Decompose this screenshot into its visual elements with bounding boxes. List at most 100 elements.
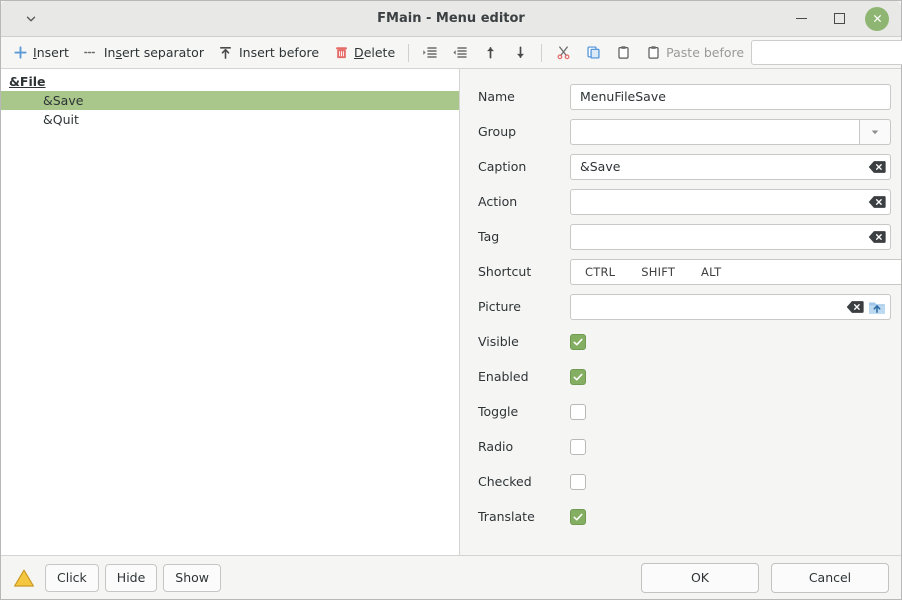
- checked-label: Checked: [470, 474, 570, 489]
- shortcut-alt-toggle[interactable]: ALT: [695, 265, 727, 279]
- checkbox-row-toggle: Toggle: [470, 394, 891, 429]
- field-row-action: Action: [470, 184, 891, 219]
- search-input[interactable]: [760, 45, 902, 60]
- tree-node-save[interactable]: &Save: [1, 91, 459, 110]
- check-icon: [572, 511, 584, 523]
- toggle-checkbox[interactable]: [570, 404, 586, 420]
- hide-button[interactable]: Hide: [105, 564, 158, 592]
- caption-label: Caption: [470, 159, 570, 174]
- insert-label: Insert: [33, 45, 69, 60]
- arrow-up-bar-icon: [218, 45, 234, 61]
- shortcut-input[interactable]: [741, 264, 897, 279]
- checked-checkbox[interactable]: [570, 474, 586, 490]
- shortcut-field[interactable]: CTRL SHIFT ALT: [570, 259, 901, 285]
- click-button[interactable]: Click: [45, 564, 99, 592]
- copy-button[interactable]: [578, 40, 608, 66]
- title-bar: FMain - Menu editor: [1, 1, 901, 37]
- search-box[interactable]: [751, 40, 902, 65]
- insert-before-label: Insert before: [239, 45, 319, 60]
- status-bar: Click Hide Show OK Cancel: [1, 555, 901, 599]
- name-label: Name: [470, 89, 570, 104]
- paste-before-label: Paste before: [666, 45, 744, 60]
- toolbar: Insert Insert separator Insert before: [1, 37, 901, 69]
- cancel-button[interactable]: Cancel: [771, 563, 889, 593]
- name-field[interactable]: [570, 84, 891, 110]
- move-down-button[interactable]: [505, 40, 535, 66]
- show-button[interactable]: Show: [163, 564, 221, 592]
- window-menu-button[interactable]: [1, 12, 61, 26]
- tree-node-file[interactable]: &File: [1, 72, 459, 91]
- check-icon: [572, 336, 584, 348]
- delete-button[interactable]: Delete: [326, 40, 402, 66]
- dialog-buttons: OK Cancel: [641, 563, 889, 593]
- checkbox-row-radio: Radio: [470, 429, 891, 464]
- dotted-line-icon: [83, 45, 99, 61]
- close-button[interactable]: [865, 7, 889, 31]
- window-title: FMain - Menu editor: [1, 11, 901, 26]
- action-field[interactable]: [570, 189, 891, 215]
- indent-right-icon: [422, 45, 438, 61]
- group-field[interactable]: [570, 119, 859, 145]
- enabled-checkbox[interactable]: [570, 369, 586, 385]
- minimize-button[interactable]: [789, 7, 813, 31]
- tag-field[interactable]: [570, 224, 891, 250]
- insert-button[interactable]: Insert: [5, 40, 76, 66]
- radio-label: Radio: [470, 439, 570, 454]
- shortcut-ctrl-toggle[interactable]: CTRL: [579, 265, 621, 279]
- insert-separator-label: Insert separator: [104, 45, 204, 60]
- cut-button[interactable]: [548, 40, 578, 66]
- clear-icon[interactable]: [868, 230, 886, 244]
- shortcut-shift-toggle[interactable]: SHIFT: [635, 265, 681, 279]
- translate-checkbox[interactable]: [570, 509, 586, 525]
- paste-button[interactable]: [608, 40, 638, 66]
- picture-input[interactable]: [580, 299, 842, 314]
- trash-icon: [333, 45, 349, 61]
- minimize-icon: [796, 18, 807, 20]
- indent-button[interactable]: [415, 40, 445, 66]
- clear-icon[interactable]: [868, 195, 886, 209]
- insert-before-button[interactable]: Insert before: [211, 40, 326, 66]
- folder-open-icon[interactable]: [868, 298, 886, 316]
- move-up-button[interactable]: [475, 40, 505, 66]
- menu-tree[interactable]: &File &Save &Quit: [1, 69, 460, 555]
- clear-icon[interactable]: [846, 300, 864, 314]
- clipboard-icon: [615, 45, 631, 61]
- radio-checkbox[interactable]: [570, 439, 586, 455]
- arrow-down-icon: [512, 45, 528, 61]
- plus-icon: [12, 45, 28, 61]
- main-body: &File &Save &Quit Name Group: [1, 69, 901, 555]
- paste-before-button[interactable]: Paste before: [638, 40, 751, 66]
- maximize-icon: [834, 13, 845, 24]
- picture-field[interactable]: [570, 294, 891, 320]
- properties-panel: Name Group: [460, 69, 901, 555]
- field-row-caption: Caption: [470, 149, 891, 184]
- tag-label: Tag: [470, 229, 570, 244]
- tree-node-quit[interactable]: &Quit: [1, 110, 459, 129]
- window-controls: [789, 7, 901, 31]
- checkbox-row-checked: Checked: [470, 464, 891, 499]
- name-input[interactable]: [580, 89, 886, 104]
- copy-icon: [585, 45, 601, 61]
- insert-separator-button[interactable]: Insert separator: [76, 40, 211, 66]
- group-dropdown-button[interactable]: [859, 119, 891, 145]
- group-combobox[interactable]: [570, 119, 891, 145]
- action-input[interactable]: [580, 194, 864, 209]
- visible-checkbox[interactable]: [570, 334, 586, 350]
- tag-input[interactable]: [580, 229, 864, 244]
- clear-icon[interactable]: [868, 160, 886, 174]
- chevron-down-icon: [24, 12, 38, 26]
- checkbox-row-translate: Translate: [470, 499, 891, 534]
- checkbox-row-visible: Visible: [470, 324, 891, 359]
- check-icon: [572, 371, 584, 383]
- ok-button[interactable]: OK: [641, 563, 759, 593]
- field-row-picture: Picture: [470, 289, 891, 324]
- caption-input[interactable]: [580, 159, 864, 174]
- caption-field[interactable]: [570, 154, 891, 180]
- unindent-button[interactable]: [445, 40, 475, 66]
- maximize-button[interactable]: [827, 7, 851, 31]
- picture-label: Picture: [470, 299, 570, 314]
- chevron-down-icon: [869, 126, 881, 138]
- field-row-tag: Tag: [470, 219, 891, 254]
- translate-label: Translate: [470, 509, 570, 524]
- group-label: Group: [470, 124, 570, 139]
